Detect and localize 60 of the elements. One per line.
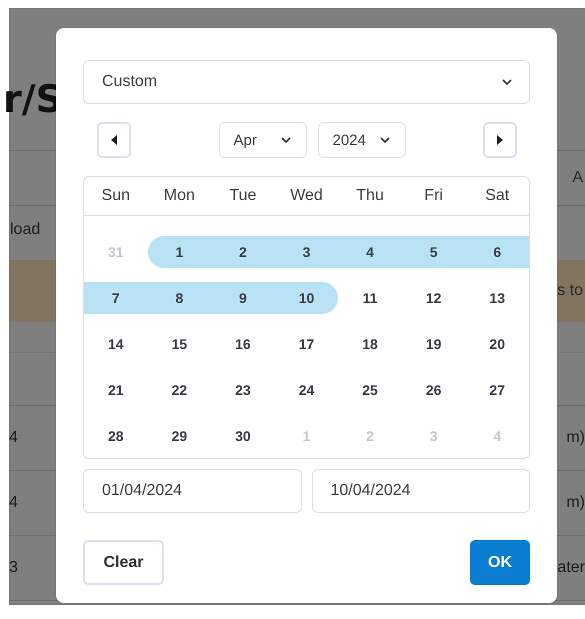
banner-text: s to [557, 282, 583, 300]
table-cell: m) [566, 429, 585, 447]
weekday-label: Wed [289, 187, 324, 205]
chevron-down-icon [501, 78, 513, 86]
calendar-day[interactable]: 8 [175, 290, 184, 306]
calendar-day[interactable]: 3 [302, 244, 310, 260]
weekday-label: Tue [228, 187, 258, 205]
table-cell: ater [557, 559, 585, 577]
calendar-day[interactable]: 16 [235, 336, 251, 352]
start-date-field[interactable]: 01/04/2024 [83, 469, 302, 513]
chevron-down-icon [378, 136, 390, 144]
calendar-day[interactable]: 30 [235, 428, 251, 444]
calendar-day[interactable]: 23 [235, 382, 251, 398]
weekday-label: Thu [355, 187, 385, 205]
calendar-day[interactable]: 29 [172, 428, 188, 444]
tab[interactable]: A [572, 169, 583, 187]
weekday-label: Sat [484, 187, 510, 205]
next-month-button[interactable] [483, 122, 517, 158]
triangle-right-icon [497, 135, 503, 145]
year-dropdown[interactable]: 2024 [318, 122, 406, 158]
table-cell-text: 4 [9, 494, 19, 512]
weekday-label: Mon [162, 187, 196, 205]
chevron-down-icon [280, 136, 292, 144]
calendar-day[interactable]: 28 [108, 428, 124, 444]
clear-button[interactable]: Clear [83, 540, 164, 585]
calendar-day[interactable]: 1 [175, 244, 184, 260]
calendar-day[interactable]: 2 [239, 244, 247, 260]
calendar-day[interactable]: 13 [489, 290, 505, 306]
calendar-day[interactable]: 20 [489, 336, 505, 352]
weekday-label: Sun [100, 187, 132, 205]
calendar-day[interactable]: 18 [362, 336, 378, 352]
calendar-day[interactable]: 26 [426, 382, 442, 398]
table-cell-text: 4 [9, 429, 19, 447]
end-date-field[interactable]: 10/04/2024 [312, 469, 530, 513]
calendar-day[interactable]: 27 [489, 382, 505, 398]
calendar-day[interactable]: 5 [430, 244, 438, 260]
calendar-day[interactable]: 14 [108, 336, 124, 352]
previous-month-button[interactable] [97, 122, 131, 158]
calendar-day[interactable]: 11 [362, 290, 378, 306]
month-dropdown[interactable]: Apr [218, 122, 306, 158]
calendar-day[interactable]: 21 [108, 382, 124, 398]
table-cell-text: 3 [9, 559, 19, 577]
ok-button[interactable]: OK [470, 540, 530, 585]
calendar-day[interactable]: 6 [493, 244, 502, 260]
preset-dropdown[interactable]: Custom [83, 60, 530, 104]
calendar-day[interactable]: 9 [239, 290, 247, 306]
calendar-day[interactable]: 15 [172, 336, 188, 352]
download-button[interactable]: load [10, 221, 40, 239]
calendar-day[interactable]: 22 [172, 382, 188, 398]
calendar-day[interactable]: 25 [362, 382, 378, 398]
calendar-day[interactable]: 12 [426, 290, 442, 306]
calendar-day[interactable]: 10 [298, 290, 314, 306]
weekday-label: Fri [423, 187, 444, 205]
calendar-day[interactable]: 24 [298, 382, 314, 398]
calendar-day[interactable]: 19 [426, 336, 442, 352]
triangle-left-icon [111, 135, 117, 145]
calendar-day[interactable]: 4 [366, 244, 374, 260]
calendar-day[interactable]: 17 [298, 336, 314, 352]
table-cell: m) [566, 494, 585, 512]
calendar-day[interactable]: 7 [112, 290, 120, 306]
